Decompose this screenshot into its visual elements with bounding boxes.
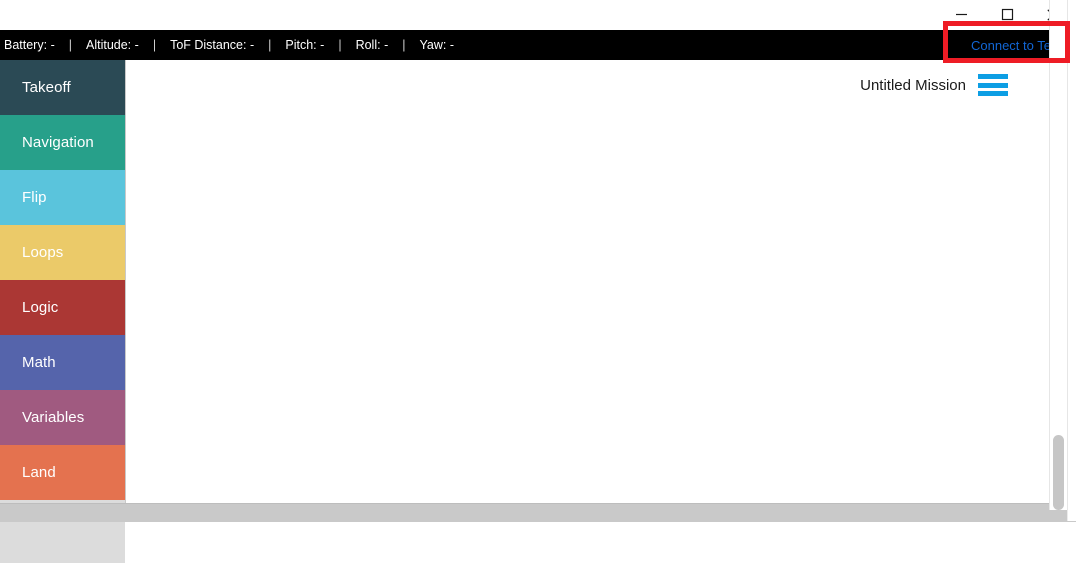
telemetry-separator: | xyxy=(152,38,157,52)
telemetry-tof-distance-value: - xyxy=(249,38,255,52)
sidebar-item-loops[interactable]: Loops xyxy=(0,225,125,280)
sidebar-item-label: Land xyxy=(22,464,56,481)
telemetry-tof-distance: ToF Distance: - xyxy=(166,38,258,52)
telemetry-battery-value: - xyxy=(50,38,55,52)
outer-scroll-strip xyxy=(1067,0,1076,521)
sidebar-item-logic[interactable]: Logic xyxy=(0,280,125,335)
telemetry-readouts: Battery: - | Altitude: - | ToF Distance:… xyxy=(0,38,458,52)
sidebar-item-label: Math xyxy=(22,354,56,371)
sidebar-item-takeoff[interactable]: Takeoff xyxy=(0,60,125,115)
telemetry-battery-label: Battery: xyxy=(4,38,48,52)
sidebar-item-flip[interactable]: Flip xyxy=(0,170,125,225)
maximize-icon xyxy=(1001,8,1014,21)
hamburger-menu-icon[interactable] xyxy=(978,74,1008,96)
telemetry-roll-label: Roll: xyxy=(355,38,381,52)
telemetry-yaw-value: - xyxy=(449,38,455,52)
telemetry-pitch-label: Pitch: xyxy=(285,38,317,52)
telemetry-roll-value: - xyxy=(384,38,389,52)
sidebar-item-label: Loops xyxy=(22,244,64,261)
telemetry-separator: | xyxy=(68,38,72,52)
content-area: Takeoff Navigation Flip Loops Logic Math… xyxy=(0,60,1076,563)
telemetry-separator: | xyxy=(402,38,406,52)
vertical-scrollbar[interactable] xyxy=(1049,0,1068,510)
hamburger-bar xyxy=(978,82,1008,88)
mission-bar: Untitled Mission xyxy=(860,74,1008,96)
hamburger-bar xyxy=(978,74,1008,79)
sidebar-item-label: Flip xyxy=(22,189,47,206)
telemetry-altitude-label: Altitude: xyxy=(85,38,132,52)
mission-name-label: Untitled Mission xyxy=(860,76,966,94)
title-bar xyxy=(0,0,1076,31)
minimize-icon xyxy=(955,8,968,21)
telemetry-separator: | xyxy=(338,38,342,52)
sidebar-item-label: Takeoff xyxy=(22,79,71,96)
sidebar-item-land[interactable]: Land xyxy=(0,445,125,500)
block-category-sidebar: Takeoff Navigation Flip Loops Logic Math… xyxy=(0,60,125,503)
sidebar-item-label: Variables xyxy=(22,409,85,426)
telemetry-status-bar: Battery: - | Altitude: - | ToF Distance:… xyxy=(0,30,1076,60)
telemetry-battery: Battery: - xyxy=(0,38,59,52)
telemetry-roll: Roll: - xyxy=(352,38,393,52)
minimize-button[interactable] xyxy=(938,0,984,29)
blockly-workspace-canvas[interactable]: Untitled Mission xyxy=(125,60,1051,503)
telemetry-separator: | xyxy=(268,38,272,52)
vertical-scrollbar-thumb[interactable] xyxy=(1053,435,1064,510)
telemetry-yaw: Yaw: - xyxy=(415,38,458,52)
sidebar-item-label: Logic xyxy=(22,299,59,316)
hamburger-bar xyxy=(978,91,1008,96)
application-window: Battery: - | Altitude: - | ToF Distance:… xyxy=(0,0,1076,563)
telemetry-yaw-label: Yaw: xyxy=(419,38,447,52)
telemetry-tof-distance-label: ToF Distance: xyxy=(170,38,247,52)
sidebar-item-label: Navigation xyxy=(22,134,94,151)
sidebar-item-navigation[interactable]: Navigation xyxy=(0,115,125,170)
telemetry-pitch: Pitch: - xyxy=(281,38,328,52)
maximize-button[interactable] xyxy=(984,0,1030,29)
telemetry-altitude: Altitude: - xyxy=(82,38,143,52)
telemetry-altitude-value: - xyxy=(134,38,139,52)
sidebar-item-math[interactable]: Math xyxy=(0,335,125,390)
sidebar-item-variables[interactable]: Variables xyxy=(0,390,125,445)
telemetry-pitch-value: - xyxy=(320,38,325,52)
bottom-status-strip xyxy=(0,503,1076,522)
